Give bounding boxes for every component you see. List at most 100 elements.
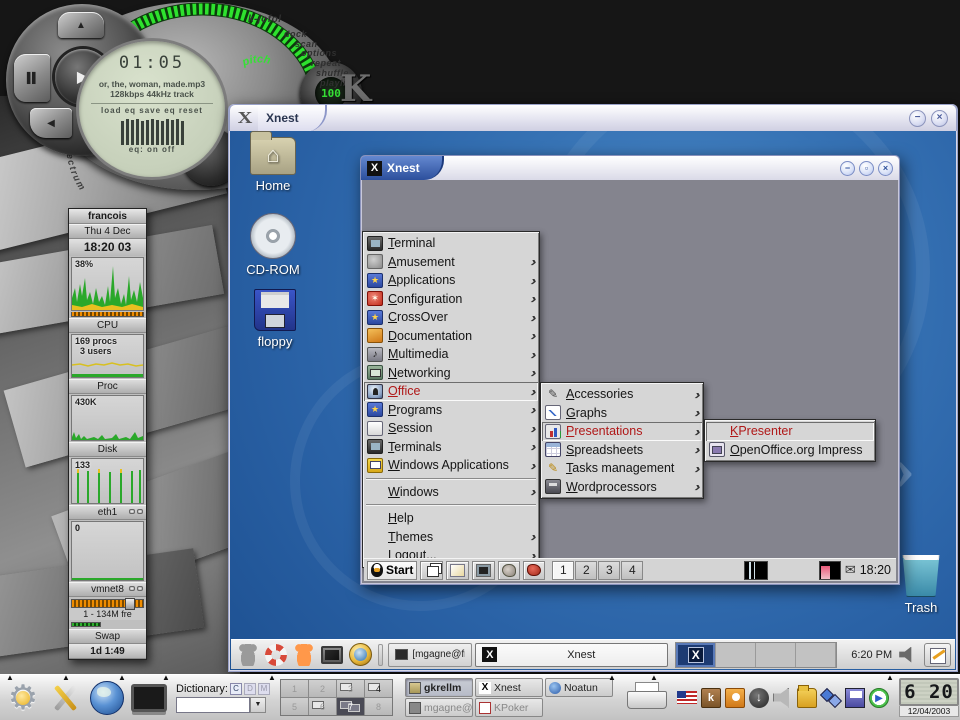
menu-item-windows[interactable]: Windows› xyxy=(364,483,538,502)
pager-desktop-8[interactable]: 8 xyxy=(365,698,392,715)
desktop-launcher[interactable] xyxy=(446,561,469,580)
menu-item-terminal[interactable]: Terminal xyxy=(364,234,538,253)
monitor-applet[interactable] xyxy=(819,561,841,580)
gnome-menu-launcher[interactable] xyxy=(235,642,260,668)
dock-label[interactable]: dock xyxy=(284,29,307,39)
task-terminal[interactable]: [mgagne@francois: / xyxy=(388,643,472,667)
proc-chart[interactable]: 169 procs 3 users xyxy=(71,334,144,378)
outer-titlebar[interactable]: X Xnest − × xyxy=(229,104,957,131)
options-label[interactable]: options xyxy=(301,48,337,58)
net-chart[interactable]: 133 xyxy=(71,458,144,504)
folder-icon[interactable] xyxy=(797,688,817,708)
applet-handle-icon[interactable]: ▲ xyxy=(608,674,616,682)
volume-icon[interactable] xyxy=(899,647,915,663)
swap-label[interactable]: Swap xyxy=(69,629,146,644)
menu-item-themes[interactable]: Themes› xyxy=(364,528,538,547)
inner-clock[interactable]: 18:20 xyxy=(860,563,893,577)
menu-item-tasks-management[interactable]: Tasks management› xyxy=(542,459,702,478)
menu-item-programs[interactable]: Programs› xyxy=(364,401,538,420)
menu-item-wordprocessors[interactable]: Wordprocessors› xyxy=(542,478,702,497)
help-launcher[interactable] xyxy=(263,642,288,668)
desktop-icon-cdrom[interactable]: CD-ROM xyxy=(238,213,308,277)
pager-desktop-6[interactable]: 6 xyxy=(309,698,336,715)
desktop-icon-home[interactable]: Home xyxy=(238,137,308,193)
dictionary-c-button[interactable]: C xyxy=(230,683,242,695)
web-launcher[interactable] xyxy=(348,642,373,668)
menu-item-help[interactable]: Help xyxy=(364,509,538,528)
inner-titlebar[interactable]: X Xnest − ▫ × xyxy=(361,156,899,180)
pager-desktop-5[interactable]: 5 xyxy=(281,698,308,715)
screen-launcher[interactable] xyxy=(320,642,345,668)
klipper-icon[interactable]: k xyxy=(701,688,721,708)
task-gkrellm[interactable]: gkrellm xyxy=(405,678,473,697)
gnome-app-launcher[interactable] xyxy=(292,642,317,668)
network-icon[interactable] xyxy=(821,688,841,708)
pager-desktop-2[interactable]: 2 xyxy=(309,680,336,697)
menu-item-terminals[interactable]: Terminals› xyxy=(364,438,538,457)
menu-item-networking[interactable]: Networking› xyxy=(364,364,538,383)
printer-icon[interactable] xyxy=(627,682,665,714)
volume-icon[interactable] xyxy=(773,688,793,708)
menu-item-crossover[interactable]: CrossOver› xyxy=(364,308,538,327)
gnome-pager-desktop-2[interactable] xyxy=(716,643,756,667)
tools-launcher[interactable] xyxy=(44,677,86,719)
fs-slider[interactable] xyxy=(125,598,135,610)
menu-item-openoffice-org-impress[interactable]: OpenOffice.org Impress xyxy=(706,441,874,460)
dictionary-d-button[interactable]: D xyxy=(244,683,256,695)
load-applet[interactable] xyxy=(744,561,768,580)
fs-meter[interactable] xyxy=(71,599,144,608)
menu-item-session[interactable]: Session› xyxy=(364,419,538,438)
proc-label[interactable]: Proc xyxy=(69,379,146,394)
menu-item-spreadsheets[interactable]: Spreadsheets› xyxy=(542,441,702,460)
start-button[interactable]: Start xyxy=(367,561,417,580)
inner-pager-desktop-4[interactable]: 4 xyxy=(621,561,643,580)
terminal-launcher[interactable] xyxy=(472,561,495,580)
menu-item-applications[interactable]: Applications› xyxy=(364,271,538,290)
task-kpoker[interactable]: KPoker xyxy=(475,698,543,717)
eq-toggle[interactable]: eq: on off xyxy=(129,145,175,154)
notes-applet[interactable] xyxy=(924,643,951,667)
dictionary-dropdown-button[interactable]: ▼ xyxy=(250,697,266,713)
pager-desktop-7[interactable]: 7 xyxy=(337,698,364,715)
applet-handle-icon[interactable]: ▲ xyxy=(886,674,894,682)
task-xnest[interactable]: XXnest xyxy=(475,678,543,697)
vmnet8-label[interactable]: vmnet8 xyxy=(69,582,146,597)
clock-applet[interactable]: 6 20 12/04/2003 xyxy=(899,678,959,717)
inner-pager-desktop-1[interactable]: 1 xyxy=(552,561,574,580)
menu-item-graphs[interactable]: Graphs› xyxy=(542,404,702,423)
gimp-launcher[interactable] xyxy=(498,561,520,580)
pager-desktop-1[interactable]: 1 xyxy=(281,680,308,697)
outer-minimize-button[interactable]: − xyxy=(909,110,926,127)
dictionary-input[interactable] xyxy=(176,697,250,713)
eth1-label[interactable]: eth1 xyxy=(69,505,146,520)
k-menu-button[interactable]: ⚙ xyxy=(2,677,44,719)
inner-maximize-button[interactable]: ▫ xyxy=(859,161,874,176)
menu-item-multimedia[interactable]: Multimedia› xyxy=(364,345,538,364)
outer-window-title[interactable]: Xnest xyxy=(258,105,327,132)
eq-buttons[interactable]: load eq save eq reset xyxy=(101,106,203,115)
equalizer-bars[interactable] xyxy=(121,117,184,145)
us-flag-icon[interactable] xyxy=(677,691,697,704)
inner-close-button[interactable]: × xyxy=(878,161,893,176)
browser-launcher[interactable] xyxy=(86,677,128,719)
task-mgagne[interactable]: mgagne@ xyxy=(405,698,473,717)
disk-label[interactable]: Disk xyxy=(69,442,146,457)
menu-item-amusement[interactable]: Amusement› xyxy=(364,253,538,272)
menu-item-presentations[interactable]: Presentations› xyxy=(542,422,702,441)
cpu-label[interactable]: CPU xyxy=(69,318,146,333)
download-icon[interactable]: ↓ xyxy=(749,688,769,708)
inner-pager-desktop-2[interactable]: 2 xyxy=(575,561,597,580)
menu-item-configuration[interactable]: Configuration› xyxy=(364,290,538,309)
task-noatun[interactable]: Noatun xyxy=(545,678,613,697)
menu-item-accessories[interactable]: Accessories› xyxy=(542,385,702,404)
menu-item-windows-applications[interactable]: Windows Applications› xyxy=(364,456,538,475)
gnome-app-launcher[interactable] xyxy=(523,561,545,580)
pager-desktop-4[interactable]: 4 xyxy=(365,680,392,697)
gnome-pager-desktop-3[interactable] xyxy=(756,643,796,667)
menu-item-documentation[interactable]: Documentation› xyxy=(364,327,538,346)
gnome-pager-desktop-1[interactable]: X xyxy=(676,643,716,667)
menu-item-office[interactable]: Office› xyxy=(364,382,538,401)
task-xnest[interactable]: X Xnest xyxy=(475,643,668,667)
pager-desktop-3[interactable]: 3 xyxy=(337,680,364,697)
applet-handle-icon[interactable]: ▲ xyxy=(268,674,276,682)
